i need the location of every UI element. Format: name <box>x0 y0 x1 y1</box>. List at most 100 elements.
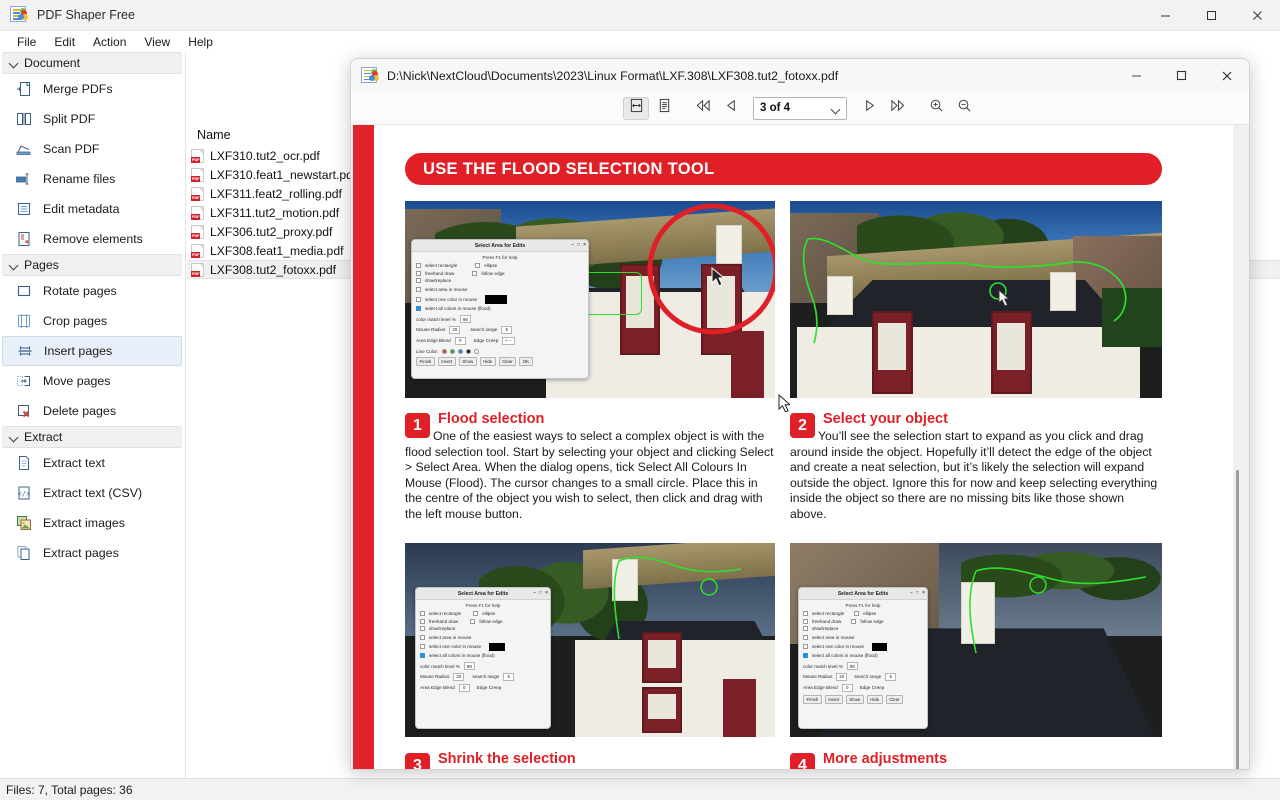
field-value: 98 <box>847 662 858 670</box>
checkbox-select-one-color <box>416 297 421 302</box>
viewer-toolbar: 3 of 4 <box>351 92 1249 125</box>
sidebar-item-extract-csv[interactable]: </> Extract text (CSV) <box>2 478 182 508</box>
sidebar-item-extract-images[interactable]: Extract images <box>2 508 182 538</box>
field-label: color match level % <box>803 664 843 669</box>
dialog-button: Finish <box>416 357 435 366</box>
pdf-shaper-icon <box>10 6 28 24</box>
viewer-scrollbar-thumb[interactable] <box>1236 470 1239 770</box>
viewer-minimize-button[interactable] <box>1114 59 1159 92</box>
sidebar-item-rename-files[interactable]: Rename files <box>2 164 182 194</box>
fit-width-button[interactable] <box>623 97 649 120</box>
checkbox-label: select rectangle <box>812 611 844 616</box>
sidebar-item-split-pdf[interactable]: Split PDF <box>2 104 182 134</box>
sidebar-item-label: Merge PDFs <box>43 82 113 96</box>
sidebar-item-extract-pages[interactable]: Extract pages <box>2 538 182 568</box>
checkbox-draw-replace <box>420 626 425 631</box>
zoom-in-button[interactable] <box>923 97 949 120</box>
checkbox-select-all-colors-flood <box>416 306 421 311</box>
sidebar-group-document[interactable]: Document <box>2 52 182 74</box>
checkbox-follow-edge <box>851 619 856 624</box>
sidebar-item-scan-pdf[interactable]: Scan PDF <box>2 134 182 164</box>
pdf-file-icon <box>191 187 204 201</box>
dialog-button: Clear <box>886 695 904 704</box>
step-title: Select your object <box>823 411 1162 428</box>
embedded-select-area-dialog: Select Area for Edits −□× Press F1 for h… <box>415 587 551 729</box>
menu-help[interactable]: Help <box>179 33 222 51</box>
sidebar-item-merge-pdfs[interactable]: Merge PDFs <box>2 74 182 104</box>
checkbox-label: select area in mouse <box>812 635 854 640</box>
sidebar-group-pages[interactable]: Pages <box>2 254 182 276</box>
field-label: color match level % <box>420 664 460 669</box>
next-page-button[interactable] <box>856 97 882 120</box>
sidebar-group-extract[interactable]: Extract <box>2 426 182 448</box>
field-value: 5 <box>503 673 514 681</box>
zoom-out-icon <box>957 98 972 118</box>
minimize-button[interactable] <box>1142 0 1188 31</box>
page-banner: USE THE FLOOD SELECTION TOOL <box>405 153 1162 185</box>
menu-view[interactable]: View <box>135 33 179 51</box>
field-label: Area Edge Blend <box>420 685 455 690</box>
checkbox-ellipse <box>475 263 480 268</box>
checkbox-label: select one color in mouse <box>812 644 864 649</box>
sidebar-item-label: Move pages <box>43 374 111 388</box>
viewer-title: D:\Nick\NextCloud\Documents\2023\Linux F… <box>387 69 838 83</box>
menu-edit[interactable]: Edit <box>45 33 84 51</box>
dialog-button: Invert <box>438 357 456 366</box>
checkbox-label: select area in mouse <box>429 635 471 640</box>
page-view-button[interactable] <box>651 97 677 120</box>
sidebar-item-label: Extract pages <box>43 546 119 560</box>
pdf-canvas[interactable]: USE THE FLOOD SELECTION TOOL <box>351 125 1249 770</box>
checkbox-label: select all colors in mouse (flood) <box>429 653 495 658</box>
sidebar-group-label: Pages <box>24 258 59 272</box>
color-swatch <box>872 643 887 651</box>
color-swatch <box>489 643 505 651</box>
sidebar-item-remove-elements[interactable]: Remove elements <box>2 224 182 254</box>
maximize-button[interactable] <box>1188 0 1234 31</box>
viewer-titlebar[interactable]: D:\Nick\NextCloud\Documents\2023\Linux F… <box>351 59 1249 92</box>
embedded-select-area-dialog: Select Area for Edits −□× Press F1 for h… <box>411 239 589 379</box>
sidebar-item-move-pages[interactable]: Move pages <box>2 366 182 396</box>
sidebar-item-insert-pages[interactable]: Insert pages <box>2 336 182 366</box>
sidebar-item-delete-pages[interactable]: Delete pages <box>2 396 182 426</box>
line-color-options <box>442 349 479 354</box>
sidebar-item-label: Rotate pages <box>43 284 117 298</box>
first-page-icon <box>695 98 712 118</box>
checkbox-label: draw\replace <box>429 626 455 631</box>
menu-action[interactable]: Action <box>84 33 135 51</box>
sidebar-item-label: Extract text <box>43 456 105 470</box>
first-page-button[interactable] <box>690 97 716 120</box>
page-selector[interactable]: 3 of 4 <box>753 97 847 120</box>
viewer-window-controls <box>1114 59 1249 92</box>
embedded-dialog-hint: Press F1 for help <box>420 603 546 608</box>
sidebar-group-label: Extract <box>24 430 62 444</box>
zoom-out-button[interactable] <box>951 97 977 120</box>
field-value: 20 <box>836 673 847 681</box>
menu-file[interactable]: File <box>8 33 45 51</box>
embedded-dialog-hint: Press F1 for help <box>416 255 584 260</box>
pdf-shaper-icon <box>361 67 379 85</box>
step-2: 2 Select your object You’ll see the sele… <box>790 411 1162 523</box>
pdf-file-icon <box>191 206 204 220</box>
checkbox-select-all-colors-flood <box>803 653 808 658</box>
last-page-button[interactable] <box>884 97 910 120</box>
page-banner-text: USE THE FLOOD SELECTION TOOL <box>423 160 714 179</box>
file-list-column-header[interactable]: Name <box>197 128 231 142</box>
sidebar-item-rotate-pages[interactable]: Rotate pages <box>2 276 182 306</box>
close-button[interactable] <box>1234 0 1280 31</box>
checkbox-ellipse <box>473 611 478 616</box>
sidebar-item-edit-metadata[interactable]: Edit metadata <box>2 194 182 224</box>
viewer-close-button[interactable] <box>1204 59 1249 92</box>
prev-page-icon <box>724 98 739 118</box>
checkbox-label: select one color in mouse <box>425 297 477 302</box>
prev-page-button[interactable] <box>718 97 744 120</box>
chevron-down-icon <box>831 104 841 114</box>
step-body: Keep adding and removing parts from the … <box>790 769 1162 770</box>
page-red-stripe <box>353 125 374 770</box>
sidebar-item-crop-pages[interactable]: Crop pages <box>2 306 182 336</box>
field-label: Mouse Radius <box>803 674 832 679</box>
checkbox-label: freehand draw <box>425 271 454 276</box>
file-name: LXF311.feat2_rolling.pdf <box>210 187 342 201</box>
sidebar-item-label: Rename files <box>43 172 115 186</box>
viewer-maximize-button[interactable] <box>1159 59 1204 92</box>
sidebar-item-extract-text[interactable]: Extract text <box>2 448 182 478</box>
